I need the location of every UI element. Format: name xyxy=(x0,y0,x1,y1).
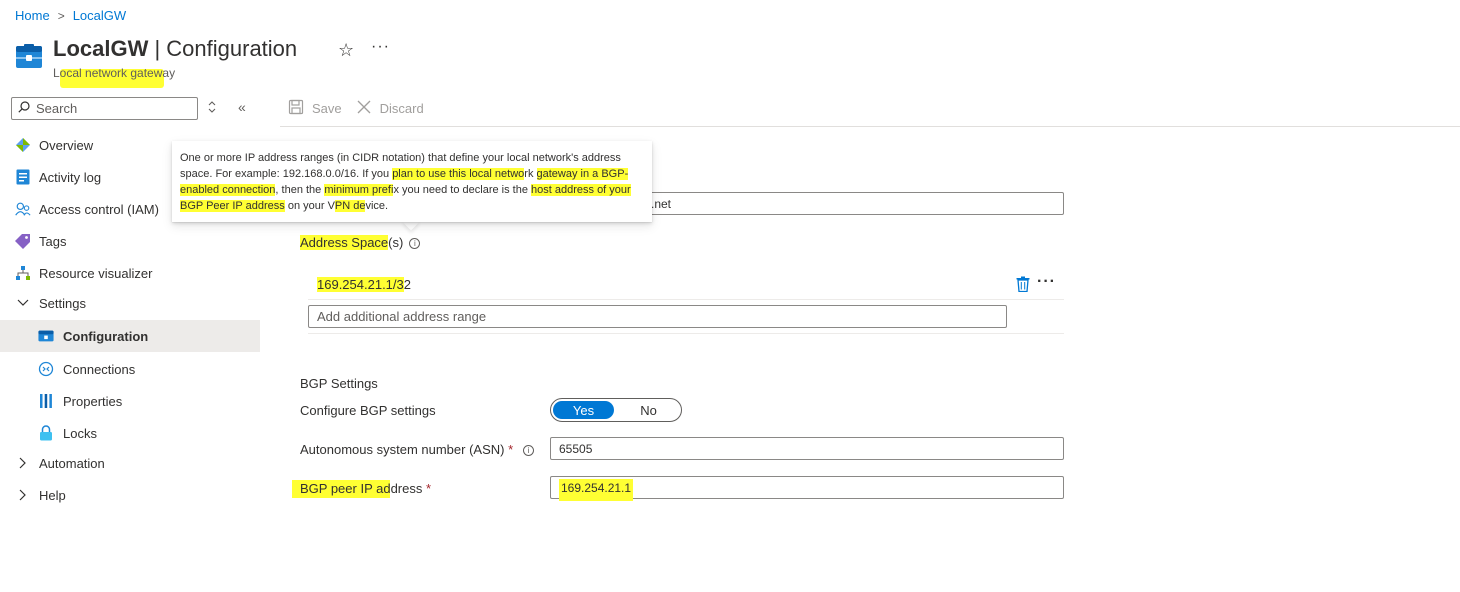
row-more-icon[interactable]: ··· xyxy=(1037,273,1056,291)
tooltip-text: rk xyxy=(524,168,537,180)
breadcrumb-localgw[interactable]: LocalGW xyxy=(73,8,126,23)
close-icon xyxy=(356,99,372,118)
save-button[interactable]: Save xyxy=(288,99,342,118)
delete-icon[interactable] xyxy=(1016,276,1030,295)
chevron-right-icon xyxy=(15,487,31,503)
tag-icon xyxy=(15,233,31,249)
bgp-peer-ip-input[interactable]: 169.254.21.1 xyxy=(550,476,1064,501)
sidebar-item-resource-visualizer[interactable]: Resource visualizer xyxy=(0,257,260,289)
star-icon[interactable]: ☆ xyxy=(338,40,354,61)
toggle-no[interactable]: No xyxy=(618,401,679,419)
required-mark: * xyxy=(508,442,514,457)
sidebar-group-automation[interactable]: Automation xyxy=(0,447,260,479)
iam-icon xyxy=(15,201,31,217)
sidebar-item-label: Help xyxy=(39,487,66,503)
sidebar-item-label: Access control (IAM) xyxy=(39,201,159,217)
asn-value: 65505 xyxy=(559,441,593,456)
sidebar-item-locks[interactable]: Locks xyxy=(0,417,260,449)
breadcrumb-home[interactable]: Home xyxy=(15,8,50,23)
resource-type: Local network gateway xyxy=(53,66,176,80)
address-space-label-highlight: Address Space xyxy=(300,235,389,250)
sort-icon[interactable] xyxy=(208,101,216,116)
info-icon[interactable]: i xyxy=(409,238,421,250)
bgp-peer-label-text: BGP peer IP address xyxy=(300,481,423,496)
sidebar-item-label: Configuration xyxy=(63,328,149,344)
save-label: Save xyxy=(312,101,342,116)
lock-icon xyxy=(38,425,54,441)
configuration-icon xyxy=(38,328,54,344)
sidebar-item-label: Automation xyxy=(39,455,105,471)
tooltip-text: , then the xyxy=(275,184,325,196)
address-space-label-rest: (s) xyxy=(388,235,404,250)
address-space-label: Address Space(s) i xyxy=(300,235,421,250)
bgp-section-title: BGP Settings xyxy=(300,376,378,391)
sidebar-item-connections[interactable]: Connections xyxy=(0,353,260,385)
asn-label-text: Autonomous system number (ASN) xyxy=(300,442,505,457)
tooltip-text: on your V xyxy=(284,200,335,212)
tooltip-text: vice. xyxy=(365,200,389,212)
chevron-down-icon xyxy=(15,295,31,311)
sidebar-group-settings[interactable]: Settings xyxy=(0,287,260,319)
sidebar-item-label: Tags xyxy=(39,233,67,249)
overview-icon xyxy=(15,137,31,153)
page-section: | Configuration xyxy=(148,36,298,61)
address-space-tooltip: One or more IP address ranges (in CIDR n… xyxy=(172,141,652,222)
sidebar-item-label: Properties xyxy=(63,393,123,409)
sidebar-item-label: Overview xyxy=(39,137,94,153)
address-range-row: 169.254.21.1/32 ··· xyxy=(308,272,1064,300)
collapse-menu-icon[interactable]: « xyxy=(238,99,246,115)
search-icon xyxy=(18,101,30,116)
divider xyxy=(280,126,1460,127)
sidebar-item-label: Activity log xyxy=(39,169,102,185)
page-title: LocalGW | Configuration xyxy=(53,36,297,62)
command-bar: Save Discard xyxy=(288,99,424,118)
resource-name: LocalGW xyxy=(53,36,149,61)
breadcrumb: Home > LocalGW xyxy=(15,8,126,23)
discard-button[interactable]: Discard xyxy=(356,99,424,118)
sidebar-item-label: Connections xyxy=(63,361,136,377)
search-placeholder: Search xyxy=(36,101,78,116)
sidebar-item-tags[interactable]: Tags xyxy=(0,225,260,257)
address-range-value: 169.254.21.1/32 xyxy=(317,277,411,292)
sidebar-item-label: Settings xyxy=(39,295,86,311)
tooltip-highlight: PN de xyxy=(334,200,366,212)
toggle-yes[interactable]: Yes xyxy=(553,401,614,419)
ellipsis-icon[interactable]: ··· xyxy=(371,38,390,56)
search-input[interactable]: Search xyxy=(11,97,198,120)
discard-label: Discard xyxy=(379,101,424,116)
properties-icon xyxy=(38,393,54,409)
add-address-range-input[interactable]: Add additional address range xyxy=(308,305,1007,328)
local-network-gateway-icon xyxy=(15,44,43,70)
tooltip-highlight: minimum prefi xyxy=(324,184,394,196)
chevron-right-icon xyxy=(15,455,31,471)
address-range-highlight: 169.254.21.1/3 xyxy=(317,277,404,292)
tooltip-highlight: plan to use this local netwo xyxy=(392,168,525,180)
tooltip-text: x you need to declare is the xyxy=(393,184,532,196)
sidebar-group-help[interactable]: Help xyxy=(0,479,260,511)
save-icon xyxy=(288,99,304,118)
breadcrumb-separator: > xyxy=(57,8,65,23)
required-mark: * xyxy=(426,481,432,496)
add-address-placeholder: Add additional address range xyxy=(317,309,487,324)
sidebar-item-configuration[interactable]: Configuration xyxy=(0,320,260,352)
configure-bgp-label: Configure BGP settings xyxy=(300,403,436,418)
info-icon[interactable]: i xyxy=(523,445,535,457)
visualizer-icon xyxy=(15,265,31,281)
asn-input[interactable]: 65505 xyxy=(550,437,1064,460)
bgp-peer-label: BGP peer IP address * xyxy=(300,481,431,496)
connections-icon xyxy=(38,361,54,377)
address-range-rest: 2 xyxy=(403,277,411,292)
activity-log-icon xyxy=(15,169,31,185)
sidebar-item-properties[interactable]: Properties xyxy=(0,385,260,417)
sidebar-item-label: Resource visualizer xyxy=(39,265,153,281)
sidebar-item-label: Locks xyxy=(63,425,97,441)
fqdn-value: .net xyxy=(651,196,672,211)
bgp-peer-ip-value: 169.254.21.1 xyxy=(561,480,632,495)
asn-label: Autonomous system number (ASN) * i xyxy=(300,442,535,457)
configure-bgp-toggle[interactable]: Yes No xyxy=(550,398,682,422)
